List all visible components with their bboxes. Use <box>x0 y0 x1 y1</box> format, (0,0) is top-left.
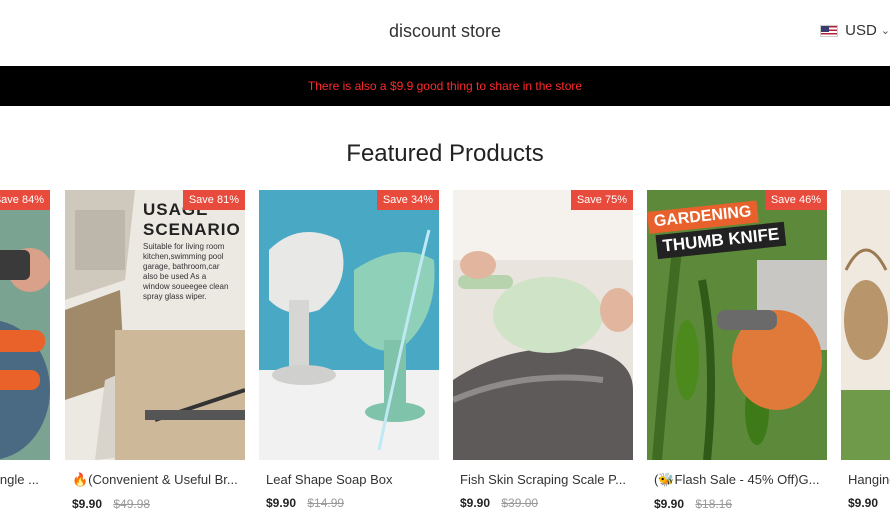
product-name[interactable]: 🔥(Convenient & Useful Br... <box>65 472 243 488</box>
image-caption: also be used As a <box>143 272 207 281</box>
image-caption: kitchen,swimming pool <box>143 252 224 261</box>
product-image[interactable] <box>841 190 890 460</box>
product-card[interactable]: Hanging $9.90 <box>841 190 890 530</box>
image-overlay-text: USAGE SCENARIO Suitable for living room … <box>143 200 243 302</box>
product-image[interactable]: Save 84% <box>0 190 50 460</box>
announcement-text: There is also a $9.9 good thing to share… <box>307 79 583 93</box>
product-card[interactable]: USAGE SCENARIO Suitable for living room … <box>65 190 245 530</box>
image-caption: Suitable for living room <box>143 242 225 251</box>
product-image-art <box>259 190 439 460</box>
product-image-art <box>841 190 890 460</box>
product-prices: $9.90 $14.99 <box>259 496 439 510</box>
image-headline: SCENARIO <box>143 220 241 239</box>
product-name[interactable]: Fish Skin Scraping Scale P... <box>453 472 631 487</box>
product-name[interactable]: Hanging <box>841 472 890 487</box>
product-image[interactable]: USAGE SCENARIO Suitable for living room … <box>65 190 245 460</box>
product-image[interactable]: GARDENING THUMB KNIFE Save 46% <box>647 190 827 460</box>
product-card[interactable]: Save 84% ingle ... <box>0 190 50 530</box>
us-flag-icon <box>820 24 839 37</box>
discount-badge: Save 81% <box>182 190 245 210</box>
product-image-art <box>0 190 50 460</box>
compare-price: $39.00 <box>501 496 539 510</box>
announcement-bar: There is also a $9.9 good thing to share… <box>0 66 890 106</box>
discount-badge: Save 34% <box>376 190 439 210</box>
sale-price: $9.90 <box>848 496 879 510</box>
discount-badge: Save 84% <box>0 190 50 210</box>
product-image-art <box>453 190 633 460</box>
compare-price: $49.98 <box>113 497 151 511</box>
image-caption: spray glass wiper. <box>143 292 207 301</box>
sale-price: $9.90 <box>72 497 103 511</box>
product-card[interactable]: Save 75% Fish Skin Scraping Scale P... $… <box>453 190 633 530</box>
product-name[interactable]: (🐝Flash Sale - 45% Off)G... <box>647 472 825 488</box>
section-title: Featured Products <box>346 140 544 167</box>
product-prices: $9.90 $49.98 <box>65 497 245 511</box>
sale-price: $9.90 <box>654 497 685 511</box>
discount-badge: Save 46% <box>764 190 827 210</box>
product-carousel: Save 84% ingle ... USAGE SCENARIO Suitab… <box>0 190 890 530</box>
store-title[interactable]: discount store <box>0 21 890 42</box>
sale-price: $9.90 <box>266 496 297 510</box>
currency-label: USD <box>845 22 877 39</box>
product-card[interactable]: Save 34% Leaf Shape Soap Box $9.90 $14.9… <box>259 190 439 530</box>
image-caption: garage, bathroom,car <box>143 262 220 271</box>
product-image[interactable]: Save 75% <box>453 190 633 460</box>
discount-badge: Save 75% <box>570 190 633 210</box>
product-image[interactable]: Save 34% <box>259 190 439 460</box>
product-prices: $9.90 $39.00 <box>453 496 633 510</box>
product-prices: $9.90 <box>841 496 890 510</box>
image-caption: window soueegee clean <box>143 282 229 291</box>
compare-price: $18.16 <box>695 497 733 511</box>
product-card[interactable]: GARDENING THUMB KNIFE Save 46% (🐝Flash S… <box>647 190 827 530</box>
product-name[interactable]: ingle ... <box>0 472 50 487</box>
compare-price: $14.99 <box>307 496 345 510</box>
product-prices: $9.90 $18.16 <box>647 497 827 511</box>
currency-selector[interactable]: USD ⌄ <box>820 22 890 39</box>
product-name[interactable]: Leaf Shape Soap Box <box>259 472 437 487</box>
site-header: discount store USD ⌄ <box>0 0 890 66</box>
chevron-down-icon: ⌄ <box>880 25 890 37</box>
sale-price: $9.90 <box>460 496 491 510</box>
